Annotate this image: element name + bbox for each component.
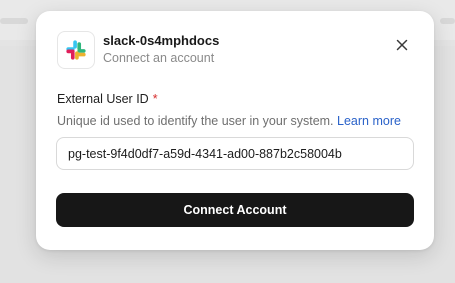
backdrop-text-line — [440, 18, 455, 24]
connect-account-dialog: slack-0s4mphdocs Connect an account Exte… — [36, 11, 434, 250]
app-subtitle: Connect an account — [103, 51, 215, 65]
required-marker: * — [152, 92, 158, 106]
field-help-text: Unique id used to identify the user in y… — [57, 114, 401, 128]
slack-logo-icon — [57, 31, 95, 69]
connect-account-button[interactable]: Connect Account — [56, 193, 414, 227]
learn-more-link[interactable]: Learn more — [337, 114, 401, 128]
slack-logo-graphic — [66, 40, 86, 60]
backdrop-text-line — [0, 18, 28, 24]
app-name: slack-0s4mphdocs — [103, 33, 220, 48]
help-text: Unique id used to identify the user in y… — [57, 114, 334, 128]
field-label-text: External User ID — [57, 92, 149, 106]
close-icon — [396, 39, 408, 51]
field-label: External User ID * — [57, 92, 158, 106]
external-user-id-input[interactable] — [56, 137, 414, 170]
close-button[interactable] — [392, 35, 412, 55]
